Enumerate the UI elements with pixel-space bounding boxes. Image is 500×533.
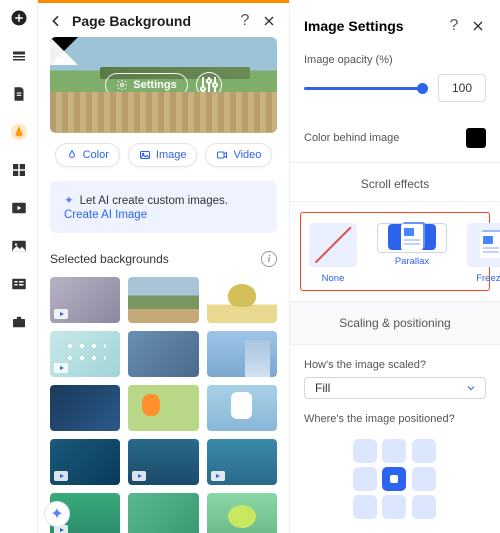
- scroll-effects-highlight: None Parallax Freeze: [300, 212, 490, 291]
- pos-cell[interactable]: [382, 495, 406, 519]
- close-icon[interactable]: [261, 13, 277, 29]
- help-icon[interactable]: ?: [446, 18, 462, 34]
- bg-thumb[interactable]: [50, 385, 120, 431]
- bg-thumb[interactable]: [128, 439, 198, 485]
- scale-select[interactable]: Fill: [304, 377, 486, 399]
- bg-thumb[interactable]: [50, 331, 120, 377]
- opacity-value[interactable]: 100: [438, 74, 486, 102]
- color-behind-label: Color behind image: [304, 132, 466, 144]
- tab-color[interactable]: Color: [55, 143, 120, 167]
- image-icon[interactable]: [9, 236, 29, 256]
- video-badge-icon: [54, 363, 68, 373]
- pos-cell[interactable]: [353, 495, 377, 519]
- info-icon[interactable]: i: [261, 251, 277, 267]
- chevron-down-icon: [465, 382, 477, 394]
- bg-thumb[interactable]: [128, 277, 198, 323]
- bg-thumb[interactable]: [207, 331, 277, 377]
- settings-button[interactable]: Settings: [105, 73, 187, 97]
- sparkle-icon: ✦: [64, 195, 74, 207]
- left-rail: [0, 0, 38, 533]
- bg-thumb[interactable]: [50, 277, 120, 323]
- pos-cell[interactable]: [353, 439, 377, 463]
- opacity-label: Image opacity (%): [304, 54, 486, 66]
- section-icon[interactable]: [9, 46, 29, 66]
- scaling-heading: Scaling & positioning: [290, 301, 500, 345]
- bg-thumb[interactable]: [128, 385, 198, 431]
- bg-thumb[interactable]: [207, 439, 277, 485]
- scroll-effects-heading: Scroll effects: [290, 163, 500, 202]
- bg-thumb[interactable]: [207, 493, 277, 533]
- data-icon[interactable]: [9, 274, 29, 294]
- bg-thumb[interactable]: [128, 331, 198, 377]
- media-icon[interactable]: [9, 198, 29, 218]
- bg-thumb[interactable]: [207, 385, 277, 431]
- adjust-icon[interactable]: [196, 72, 222, 98]
- selected-backgrounds-heading: Selected backgrounds: [50, 252, 261, 266]
- color-swatch[interactable]: [466, 128, 486, 148]
- briefcase-icon[interactable]: [9, 312, 29, 332]
- tab-video[interactable]: Video: [205, 143, 272, 167]
- close-icon[interactable]: [470, 18, 486, 34]
- settings-title: Image Settings: [304, 18, 446, 34]
- background-panel: Page Background ? Settings Color Image: [38, 0, 290, 533]
- video-badge-icon: [211, 471, 225, 481]
- pos-cell-selected[interactable]: [382, 467, 406, 491]
- pos-cell[interactable]: [412, 467, 436, 491]
- video-badge-icon: [132, 471, 146, 481]
- background-type-tabs: Color Image Video: [50, 143, 277, 167]
- pos-cell[interactable]: [412, 495, 436, 519]
- bg-thumb[interactable]: [128, 493, 198, 533]
- panel-title: Page Background: [72, 13, 229, 29]
- video-badge-icon: [54, 309, 68, 319]
- scroll-effect-parallax[interactable]: Parallax: [377, 223, 447, 253]
- add-icon[interactable]: [9, 8, 29, 28]
- scroll-effect-none[interactable]: None: [309, 223, 357, 284]
- bg-thumb[interactable]: [207, 277, 277, 323]
- back-icon[interactable]: [48, 13, 64, 29]
- ai-fab-icon[interactable]: ✦: [44, 501, 70, 527]
- background-preview: Settings: [50, 37, 277, 133]
- pos-cell[interactable]: [353, 467, 377, 491]
- apps-grid-icon[interactable]: [9, 160, 29, 180]
- background-grid: [50, 277, 277, 533]
- scale-question: How's the image scaled?: [290, 345, 500, 377]
- opacity-slider[interactable]: [304, 87, 428, 90]
- position-question: Where's the image positioned?: [290, 399, 500, 431]
- styles-icon[interactable]: [9, 122, 29, 142]
- pos-cell[interactable]: [382, 439, 406, 463]
- page-icon[interactable]: [9, 84, 29, 104]
- ai-suggestion: ✦Let AI create custom images. Create AI …: [50, 181, 277, 233]
- help-icon[interactable]: ?: [237, 13, 253, 29]
- bg-thumb[interactable]: [50, 439, 120, 485]
- image-settings-panel: Image Settings ? Image opacity (%) 100 C…: [290, 0, 500, 533]
- settings-label: Settings: [133, 79, 176, 91]
- video-badge-icon: [54, 471, 68, 481]
- tab-image[interactable]: Image: [128, 143, 198, 167]
- scroll-effect-freeze[interactable]: Freeze: [467, 223, 500, 284]
- position-grid: [353, 439, 437, 519]
- create-ai-image-link[interactable]: Create AI Image: [64, 209, 263, 221]
- pos-cell[interactable]: [412, 439, 436, 463]
